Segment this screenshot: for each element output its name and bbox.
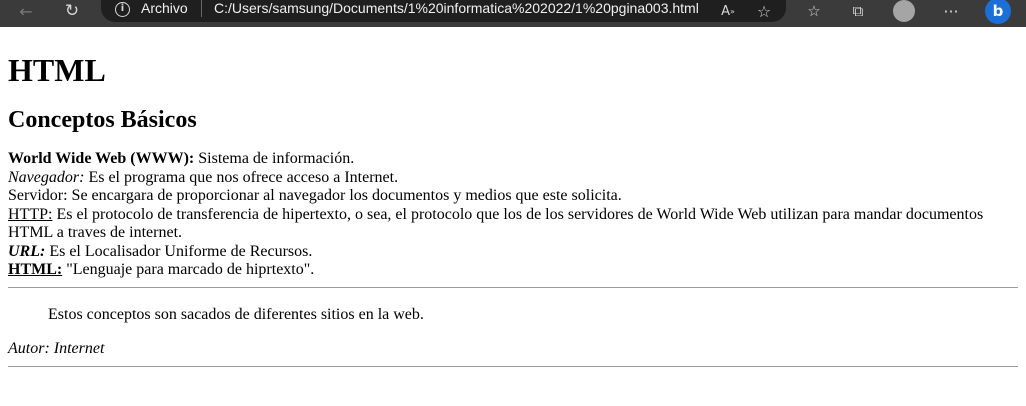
page-title: HTML [8, 52, 106, 88]
definition-text: Sistema de información. [194, 150, 355, 167]
definition-url: URL: Es el Localisador Uniforme de Recur… [8, 243, 1018, 262]
address-bar[interactable]: i Archivo C:/Users/samsung/Documents/1%2… [101, 0, 786, 22]
definition-servidor: Servidor: Se encargara de proporcionar a… [8, 187, 1018, 206]
definition-term: HTML: [8, 261, 63, 278]
definition-text: Es el protocolo de transferencia de hipe… [8, 205, 984, 242]
definition-term: Navegador: [8, 168, 85, 186]
definitions-list: World Wide Web (WWW): Sistema de informa… [8, 150, 1018, 280]
info-icon[interactable]: i [115, 2, 130, 17]
author-line: Autor: Internet [8, 339, 105, 357]
bing-icon[interactable]: b [984, 0, 1012, 24]
definition-text: "Lenguaje para marcado de hiprtexto". [62, 261, 315, 278]
definition-http: HTTP: Es el protocolo de transferencia d… [8, 206, 1018, 243]
address-url[interactable]: C:/Users/samsung/Documents/1%20informati… [214, 0, 699, 16]
definition-text: Servidor: Se encargara de proporcionar a… [8, 187, 622, 204]
more-options-icon[interactable]: ··· [939, 0, 963, 22]
definition-term: HTTP: [8, 205, 53, 223]
definition-html: HTML: "Lenguaje para marcado de hiprtext… [8, 261, 1018, 280]
horizontal-rule-bottom [8, 365, 1018, 367]
collections-icon[interactable]: ⧉ [847, 0, 869, 22]
read-aloud-icon[interactable]: A» [717, 0, 739, 22]
horizontal-rule [8, 286, 1018, 288]
refresh-icon[interactable]: ↻ [60, 0, 84, 22]
back-arrow-icon[interactable]: ← [14, 0, 38, 22]
definition-navegador: Navegador: Es el programa que nos ofrece… [8, 169, 1018, 188]
favorites-list-icon[interactable]: ☆ [803, 0, 825, 22]
definition-text: Es el Localisador Uniforme de Recursos. [45, 242, 313, 260]
browser-toolbar: ← ↻ i Archivo C:/Users/samsung/Documents… [0, 0, 1026, 27]
favorite-star-icon[interactable]: ☆ [753, 0, 775, 22]
definition-www: World Wide Web (WWW): Sistema de informa… [8, 150, 1018, 169]
profile-avatar-icon[interactable] [892, 0, 916, 22]
blockquote: Estos conceptos son sacados de diferente… [48, 305, 424, 323]
address-scheme-label: Archivo [141, 0, 188, 16]
address-separator [201, 0, 202, 17]
definition-text: Es el programa que nos ofrece acceso a I… [84, 168, 399, 186]
page-content: HTML Conceptos Básicos World Wide Web (W… [8, 52, 1018, 367]
section-heading: Conceptos Básicos [8, 107, 197, 133]
definition-term: URL: [8, 242, 46, 260]
definition-term: World Wide Web (WWW): [8, 150, 195, 167]
